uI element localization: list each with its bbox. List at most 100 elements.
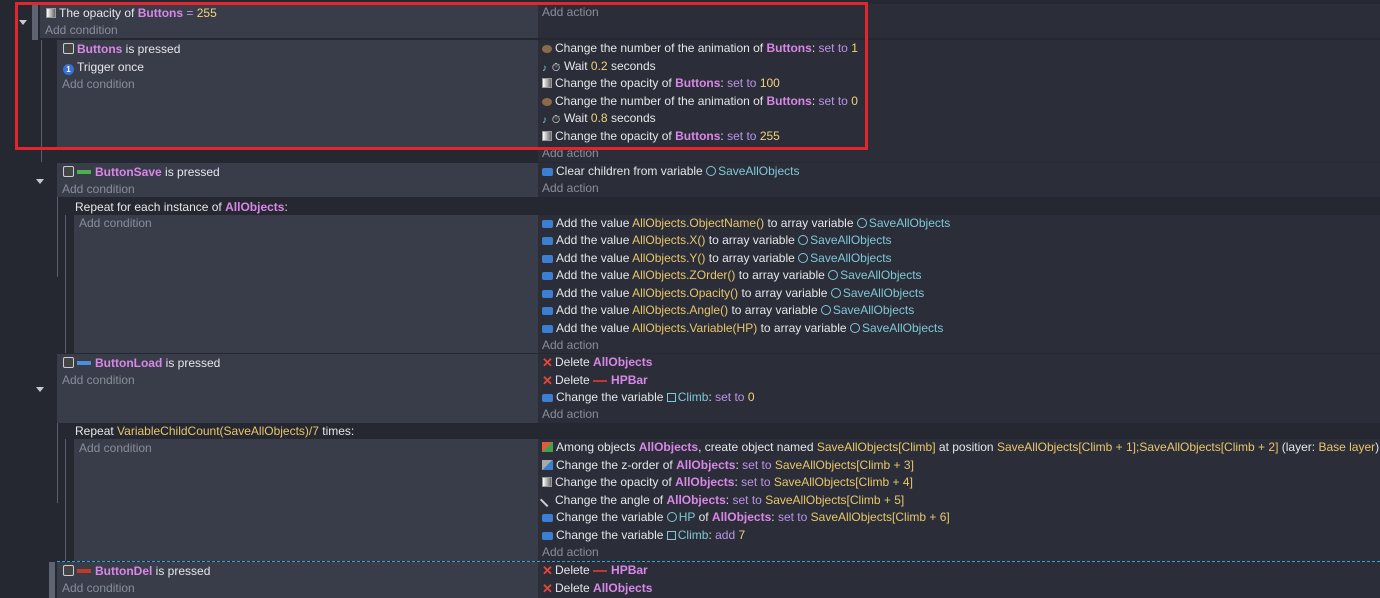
event-4[interactable]: ButtonLoad is pressed Add condition ✕ Del… — [0, 353, 1380, 423]
repeat-object: AllObjects — [225, 200, 285, 214]
add-action[interactable]: Add action — [542, 544, 599, 561]
repeat-event-1[interactable]: Repeat for each instance of AllObjects: … — [0, 197, 1380, 353]
action-row[interactable]: Add the value AllObjects.Angle() to arra… — [542, 302, 914, 319]
variable-icon — [542, 290, 553, 298]
add-condition[interactable]: Add condition — [62, 372, 135, 389]
event-4-collapse-icon[interactable] — [36, 387, 44, 392]
cond-text: is pressed — [155, 564, 211, 578]
action-row[interactable]: ✕ Delete AllObjects — [542, 354, 652, 371]
action-row[interactable]: Add the value AllObjects.Y() to array va… — [542, 250, 892, 267]
action-colon: : — [771, 510, 775, 524]
variable-icon — [542, 307, 553, 315]
action-object: AllObjects — [593, 581, 653, 595]
action-var: SaveAllObjects — [810, 233, 892, 247]
delete-icon: ✕ — [542, 355, 553, 370]
action-pre: Change the variable — [556, 528, 664, 542]
repeat-header[interactable]: Repeat VariableChildCount(SaveAllObjects… — [75, 423, 354, 440]
action-colon: : — [708, 390, 712, 404]
event-5-actions[interactable]: ✕ Delete HPBar ✕ Delete AllObjects — [538, 562, 1380, 598]
action-expr: AllObjects.ObjectName() — [632, 216, 765, 230]
scene-variable-icon — [666, 393, 676, 402]
buttonsave-pressed-condition[interactable]: ButtonSave is pressed — [63, 164, 220, 181]
action-pre: Delete — [555, 581, 590, 595]
repeat-event-2[interactable]: Repeat VariableChildCount(SaveAllObjects… — [0, 423, 1380, 561]
action-row[interactable]: Change the z-order of AllObjects: set to… — [542, 457, 914, 474]
global-variable-icon — [856, 218, 867, 228]
action-var: Climb — [677, 390, 709, 404]
action-mid: to array variable — [708, 251, 795, 265]
action-row[interactable]: ✕ Delete AllObjects — [542, 580, 652, 597]
action-row[interactable]: Add the value AllObjects.ZOrder() to arr… — [542, 267, 922, 284]
event-3-conditions[interactable]: ButtonSave is pressed Add condition — [57, 163, 538, 197]
add-condition[interactable]: Add condition — [62, 580, 135, 597]
add-action[interactable]: Add action — [542, 180, 599, 197]
event-3[interactable]: ButtonSave is pressed Add condition Clea… — [0, 162, 1380, 197]
action-var: SaveAllObjects — [840, 268, 922, 282]
button-del-icon — [77, 569, 91, 573]
action-pre: Change the angle of — [555, 493, 664, 507]
action-row[interactable]: Add the value AllObjects.ObjectName() to… — [542, 215, 950, 232]
add-condition[interactable]: Add condition — [62, 181, 135, 198]
add-action[interactable]: Add action — [542, 406, 599, 423]
action-row[interactable]: Change the angle of AllObjects: set to S… — [539, 492, 904, 509]
event-5-handle[interactable] — [49, 562, 55, 598]
action-op: set to — [715, 390, 745, 404]
action-row[interactable]: Add the value AllObjects.Opacity() to ar… — [542, 285, 924, 302]
action-mid: to array variable — [767, 216, 854, 230]
event-5[interactable]: ButtonDel is pressed Add condition ✕ Dele… — [0, 561, 1380, 598]
action-op: set to — [742, 458, 772, 472]
action-row[interactable]: Add the value AllObjects.X() to array va… — [542, 232, 892, 249]
action-expr: AllObjects.Y() — [632, 251, 706, 265]
delete-icon: ✕ — [542, 373, 553, 388]
action-var: SaveAllObjects — [868, 216, 951, 230]
action-row[interactable]: Change the variable HP of AllObjects: se… — [542, 509, 950, 526]
angle-icon — [539, 492, 555, 508]
action-pre: Change the variable — [556, 390, 664, 404]
action-pre: Change the variable — [556, 510, 664, 524]
add-condition[interactable]: Add condition — [79, 215, 152, 232]
action-pre: Among objects — [556, 440, 636, 454]
action-of: of — [698, 510, 709, 524]
add-action[interactable]: Add action — [542, 337, 599, 354]
event-3-collapse-icon[interactable] — [36, 179, 44, 184]
delete-icon: ✕ — [542, 581, 553, 596]
action-row[interactable]: Change the variable Climb: add 7 — [542, 527, 745, 544]
action-var: Climb — [677, 528, 709, 542]
action-row[interactable]: ✕ Delete HPBar — [542, 562, 648, 579]
repeat-1-actions[interactable]: Add the value AllObjects.ObjectName() to… — [538, 215, 1380, 353]
action-var: SaveAllObjects — [718, 164, 800, 178]
action-row[interactable]: ✕ Delete HPBar — [542, 372, 648, 389]
repeat-2-conditions[interactable]: Add condition — [74, 439, 538, 561]
repeat-1-conditions[interactable]: Add condition — [74, 215, 538, 353]
action-pre: Add the value — [556, 233, 630, 247]
add-condition[interactable]: Add condition — [79, 440, 152, 457]
action-row[interactable]: Change the opacity of AllObjects: set to… — [542, 474, 913, 491]
global-variable-icon — [798, 253, 809, 263]
variable-icon — [542, 532, 553, 540]
action-mid: to array variable — [731, 303, 818, 317]
tree-line — [57, 423, 58, 503]
buttonload-pressed-condition[interactable]: ButtonLoad is pressed — [63, 355, 220, 372]
event-4-actions[interactable]: ✕ Delete AllObjects ✕ Delete HPBar Change … — [538, 354, 1380, 423]
action-var: SaveAllObjects — [842, 286, 925, 300]
buttondel-pressed-condition[interactable]: ButtonDel is pressed — [63, 563, 210, 580]
action-row[interactable]: Among objects AllObjects, create object … — [542, 439, 1379, 456]
action-pre: Change the opacity of — [555, 475, 672, 489]
opacity-icon — [542, 477, 552, 487]
repeat-header[interactable]: Repeat for each instance of AllObjects: — [75, 199, 288, 216]
event-3-actions[interactable]: Clear children from variable SaveAllObje… — [538, 163, 1380, 197]
mouse-icon — [63, 357, 74, 368]
variable-icon — [542, 255, 553, 263]
action-row[interactable]: Add the value AllObjects.Variable(HP) to… — [542, 320, 943, 337]
variable-icon — [542, 394, 553, 402]
action-pre: Delete — [555, 373, 590, 387]
event-5-conditions[interactable]: ButtonDel is pressed Add condition — [57, 562, 538, 598]
highlight-box — [15, 2, 868, 150]
action-row[interactable]: Clear children from variable SaveAllObje… — [542, 163, 799, 180]
action-row[interactable]: Change the variable Climb: set to 0 — [542, 389, 755, 406]
action-layer-pre: (layer: — [1281, 440, 1316, 454]
repeat-2-actions[interactable]: Among objects AllObjects, create object … — [538, 439, 1380, 561]
event-4-conditions[interactable]: ButtonLoad is pressed Add condition — [57, 354, 538, 423]
mouse-icon — [63, 565, 74, 576]
scene-variable-icon — [666, 531, 676, 540]
